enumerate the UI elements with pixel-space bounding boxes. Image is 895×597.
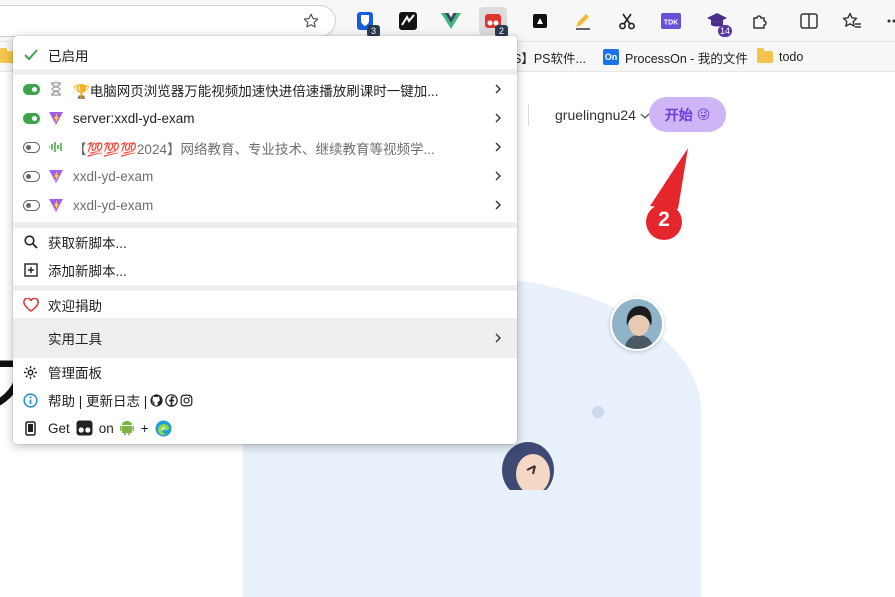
get-new-script-item[interactable]: 获取新脚本... (13, 228, 517, 256)
chevron-right-icon (493, 200, 503, 210)
heart-icon (23, 298, 39, 312)
chevron-right-icon (493, 113, 503, 123)
add-new-script-item[interactable]: 添加新脚本... (13, 256, 517, 284)
chevron-right-icon (493, 333, 503, 343)
vite-icon (48, 197, 64, 213)
add-square-icon (24, 263, 38, 277)
script-toggle[interactable] (23, 142, 40, 153)
audio-wave-icon (48, 139, 64, 155)
script-item[interactable]: 🏆电脑网页浏览器万能视频加速快进倍速播放刷课时一键加... (13, 75, 517, 104)
donate-item[interactable]: 欢迎捐助 (13, 291, 517, 318)
script-item[interactable]: xxdl-yd-exam (13, 191, 517, 220)
github-icon[interactable] (150, 394, 163, 407)
get-mobile-row[interactable]: Get on + (13, 414, 517, 442)
utilities-item[interactable]: 实用工具 (13, 318, 517, 358)
script-toggle[interactable] (23, 84, 40, 95)
android-icon (120, 420, 134, 436)
chevron-right-icon (493, 171, 503, 181)
script-item[interactable]: xxdl-yd-exam (13, 162, 517, 191)
tampermonkey-popup-menu: 已启用 🏆电脑网页浏览器万能视频加速快进倍速播放刷课时一键加... server… (13, 36, 517, 444)
gear-icon (23, 365, 38, 380)
dashboard-item[interactable]: 管理面板 (13, 358, 517, 386)
info-icon (23, 393, 38, 408)
script-toggle[interactable] (23, 113, 40, 124)
script-item[interactable]: server:xxdl-yd-exam (13, 104, 517, 133)
annotation-label-2: 2 (649, 208, 679, 232)
instagram-icon[interactable] (180, 394, 193, 407)
vite-icon (48, 168, 64, 184)
hourglass-icon (48, 81, 64, 97)
mobile-phone-icon (25, 421, 36, 436)
facebook-icon[interactable] (165, 394, 178, 407)
script-toggle[interactable] (23, 200, 40, 211)
annotation-arrow-2 (650, 148, 688, 209)
help-link[interactable]: 帮助 | 更新日志 | (48, 390, 147, 410)
chevron-right-icon (493, 142, 503, 152)
tampermonkey-logo-icon (76, 420, 93, 436)
enabled-toggle-row[interactable]: 已启用 (13, 41, 517, 69)
search-icon (24, 235, 38, 249)
help-links-row: 帮助 | 更新日志 | (13, 386, 517, 414)
vite-icon (48, 110, 64, 126)
script-toggle[interactable] (23, 171, 40, 182)
chevron-right-icon (493, 84, 503, 94)
checkmark-icon (24, 49, 38, 61)
edge-icon (155, 420, 172, 437)
script-item[interactable]: 【💯💯💯2024】网络教育、专业技术、继续教育等视频学... (13, 133, 517, 162)
